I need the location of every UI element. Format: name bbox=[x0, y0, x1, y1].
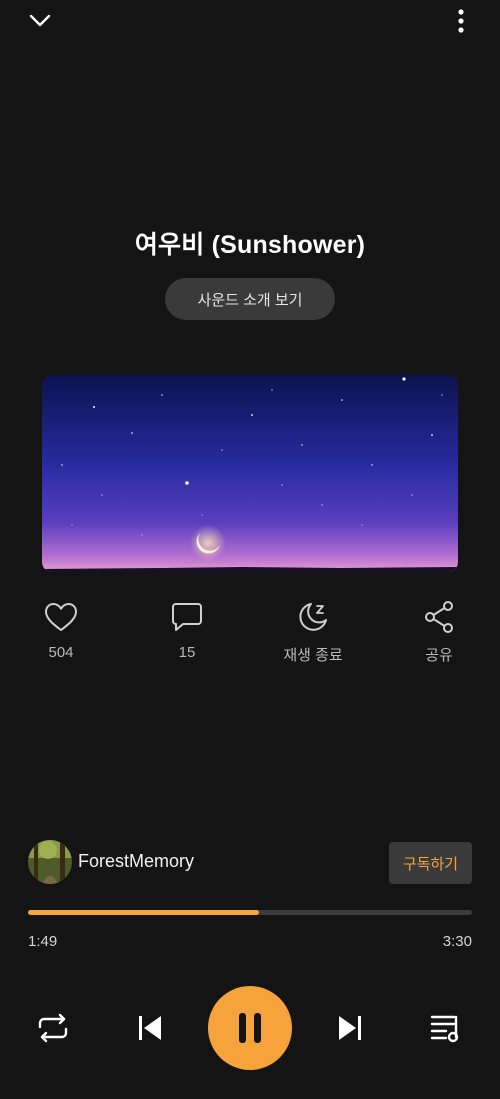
chevron-down-icon[interactable] bbox=[20, 4, 60, 38]
artist-avatar[interactable] bbox=[28, 840, 72, 884]
share-button[interactable]: 공유 bbox=[389, 596, 489, 668]
progress-bar[interactable] bbox=[28, 910, 472, 915]
sleep-timer-label: 재생 종료 bbox=[283, 647, 343, 664]
share-label: 공유 bbox=[425, 647, 453, 664]
track-title: 여우비 (Sunshower) bbox=[134, 231, 366, 259]
like-count: 504 bbox=[48, 644, 74, 661]
artist-name[interactable]: ForestMemory bbox=[78, 851, 194, 872]
heart-icon bbox=[41, 596, 81, 638]
player-screen: 여우비 (Sunshower) 사운드 소개 보기 504 15 재생 종료 공… bbox=[0, 0, 500, 1099]
artist-row: ForestMemory 구독하기 bbox=[28, 840, 472, 886]
album-artwork bbox=[42, 375, 458, 572]
current-time: 1:49 bbox=[28, 933, 58, 950]
skip-next-icon[interactable] bbox=[327, 1005, 373, 1051]
comment-count: 15 bbox=[178, 644, 196, 661]
sound-intro-button[interactable]: 사운드 소개 보기 bbox=[165, 278, 335, 320]
more-vertical-icon[interactable] bbox=[444, 4, 478, 38]
sleep-timer-button[interactable]: 재생 종료 bbox=[263, 596, 363, 668]
moon-sleep-icon bbox=[293, 596, 333, 638]
share-icon bbox=[419, 596, 459, 638]
repeat-icon[interactable] bbox=[30, 1005, 76, 1051]
subscribe-button[interactable]: 구독하기 bbox=[389, 842, 472, 884]
pause-button[interactable] bbox=[208, 986, 292, 1070]
total-time: 3:30 bbox=[442, 933, 472, 950]
playlist-icon[interactable] bbox=[424, 1005, 470, 1051]
comment-icon bbox=[167, 596, 207, 638]
action-bar: 504 15 재생 종료 공유 bbox=[0, 596, 500, 676]
pause-icon bbox=[239, 1013, 261, 1043]
skip-previous-icon[interactable] bbox=[127, 1005, 173, 1051]
like-button[interactable]: 504 bbox=[11, 596, 111, 668]
progress-fill bbox=[28, 910, 259, 915]
comment-button[interactable]: 15 bbox=[137, 596, 237, 668]
